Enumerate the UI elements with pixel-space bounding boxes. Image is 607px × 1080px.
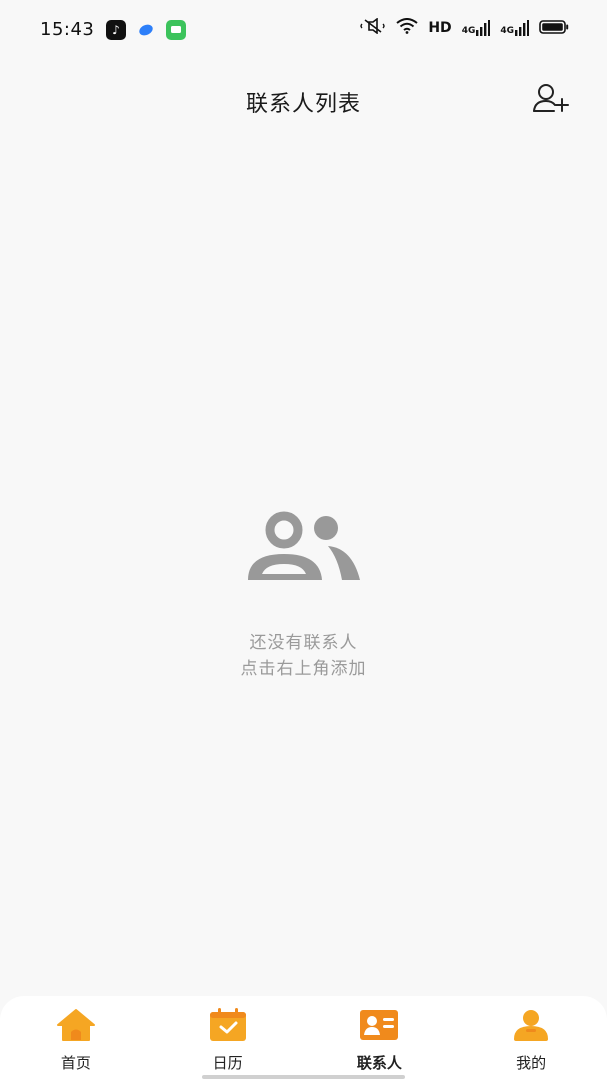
tiktok-icon: ♪ [106,20,126,40]
signal-4g-icon-1: 4G [462,20,491,36]
page-title: 联系人列表 [245,92,361,117]
battery-icon [539,19,569,38]
empty-message-line1: 还没有联系人 [249,633,358,653]
empty-state: 还没有联系人 点击右上角添加 [0,510,607,682]
status-time: 15:43 [40,19,95,40]
tab-calendar[interactable]: 日历 [152,996,304,1080]
profile-icon [511,1008,551,1046]
empty-message-line2: 点击右上角添加 [240,659,367,679]
signal-4g-icon-2: 4G [500,20,529,36]
tab-profile-label: 我的 [516,1054,547,1072]
message-icon [166,20,186,40]
status-app-icons: ♪ [106,20,186,40]
home-indicator[interactable] [202,1075,405,1079]
tab-profile[interactable]: 我的 [455,996,607,1080]
hd-label: HD [428,20,452,36]
tab-contacts[interactable]: 联系人 [304,996,456,1080]
status-indicators: HD 4G 4G [360,17,569,38]
empty-message: 还没有联系人 点击右上角添加 [0,630,607,682]
add-user-icon [532,82,570,118]
bottom-tab-bar: 首页 日历 联系人 我的 [0,996,607,1080]
calendar-icon [208,1008,248,1046]
contact-card-icon [359,1008,399,1046]
tab-home-label: 首页 [60,1054,91,1072]
tab-home[interactable]: 首页 [0,996,152,1080]
add-contact-button[interactable] [531,82,571,118]
status-bar: 15:43 ♪ HD 4G 4G [0,0,607,60]
mute-icon [360,17,386,38]
contacts-empty-icon [0,510,607,588]
browser-icon [136,20,156,40]
header: 联系人列表 [0,70,607,130]
tab-calendar-label: 日历 [212,1054,243,1072]
wifi-icon [396,18,418,38]
tab-contacts-label: 联系人 [356,1054,402,1072]
home-icon [56,1008,96,1046]
